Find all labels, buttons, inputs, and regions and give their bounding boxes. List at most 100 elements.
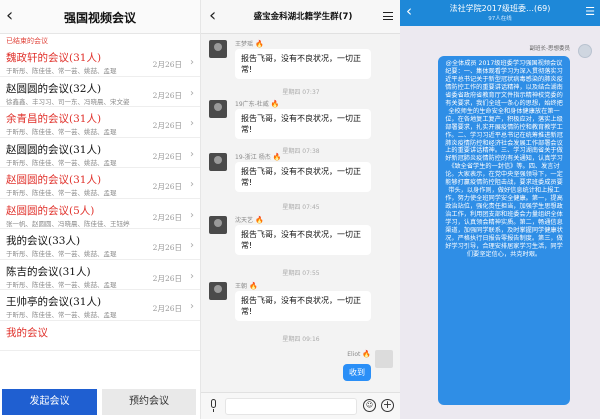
- sender-name: 王梦瑶 🔥: [235, 40, 264, 48]
- class-group-panel: ‹ 法社学院2017级班委…(69) 97人在线 ☰ 副班长-思想委员 @全体成…: [400, 0, 600, 419]
- online-count: 97人在线: [488, 16, 512, 22]
- book-meeting-button[interactable]: 预约会议: [102, 389, 196, 415]
- meeting-item[interactable]: 赵圆圆的会议(5人) 张一帆、赵圆圆、冯晓晨、陈佳佳、王钰婷 2月26日 ›: [0, 199, 200, 229]
- fire-icon: 🔥: [270, 100, 280, 108]
- chat-messages: 王梦瑶 🔥 报告飞哥，没有不良状况，一切正常! 星期四 07:37 19广东-杜…: [201, 36, 400, 392]
- chevron-right-icon: ›: [190, 301, 194, 312]
- timestamp: 星期四 07:55: [282, 270, 320, 277]
- chat-title: 盛宝金科湖北籍学生群(7): [253, 12, 353, 22]
- fire-icon: 🔥: [254, 40, 264, 48]
- sender-name: 19-浙江 杨杰 🔥: [235, 153, 282, 161]
- meeting-title: 我的会议(33人): [6, 235, 81, 247]
- self-avatar[interactable]: [375, 350, 393, 368]
- meeting-title: 陈吉的会议(31人): [6, 265, 91, 278]
- self-sender-name: Eliot 🔥: [347, 350, 371, 358]
- chevron-right-icon: ›: [190, 240, 194, 251]
- meeting-item[interactable]: 赵圆圆的会议(31人) 于昕彤、陈佳佳、常一芸、姚喆、孟琨 2月26日 ›: [0, 168, 200, 199]
- meeting-date: 2月26日: [152, 212, 182, 222]
- panel1-footer: 发起会议 预约会议: [0, 383, 200, 419]
- meeting-members: 于昕彤、陈佳佳、常一芸、姚喆、孟琨: [6, 280, 117, 289]
- chevron-right-icon: ›: [190, 57, 194, 68]
- meeting-item[interactable]: 赵圆圆的会议(31人) 于昕彤、陈佳佳、常一芸、姚喆、孟琨 2月26日 ›: [0, 138, 200, 168]
- chevron-right-icon: ›: [190, 87, 194, 99]
- meeting-members: 于昕彤、陈佳佳、常一芸、姚喆、孟琨: [6, 311, 117, 319]
- avatar[interactable]: [209, 282, 227, 300]
- message-input[interactable]: [225, 398, 357, 415]
- panel1-header: ‹ 强国视频会议: [0, 0, 200, 34]
- meeting-item[interactable]: 余青昌的会议(31人) 于昕彤、陈佳佳、常一芸、姚喆、孟琨 2月26日 ›: [0, 107, 200, 138]
- avatar[interactable]: [209, 100, 227, 118]
- timestamp: 星期四 07:45: [282, 204, 320, 211]
- meeting-members: 张一帆、赵圆圆、冯晓晨、陈佳佳、王钰婷: [6, 219, 130, 228]
- message-bubble[interactable]: @全体成员 2017级班委学习强国视频会议纪要：一、集体观看学习为深入贯彻落实习…: [438, 56, 570, 405]
- meeting-date: 2月26日: [152, 243, 182, 252]
- avatar[interactable]: [209, 153, 227, 171]
- meeting-title: 王帅亭的会议(31人): [6, 296, 102, 308]
- chevron-right-icon: ›: [190, 179, 194, 190]
- back-chevron-icon[interactable]: ‹: [209, 6, 216, 26]
- meeting-title: 余青昌的会议(31人): [6, 113, 102, 125]
- message-bubble[interactable]: 报告飞哥，没有不良状况，一切正常!: [235, 49, 371, 79]
- fire-icon: 🔥: [254, 216, 264, 224]
- emoji-icon[interactable]: ☺: [363, 399, 376, 412]
- plus-icon[interactable]: +: [381, 399, 394, 412]
- meeting-date: 2月26日: [152, 60, 182, 69]
- meeting-title: 我的会议: [6, 326, 48, 339]
- meeting-date: 2月26日: [152, 121, 182, 130]
- meeting-item[interactable]: 王帅亭的会议(31人) 于昕彤、陈佳佳、常一芸、姚喆、孟琨 2月26日 ›: [0, 290, 200, 321]
- chevron-right-icon: ›: [190, 118, 194, 129]
- fire-icon: 🔥: [362, 350, 371, 358]
- meeting-item[interactable]: 陈吉的会议(31人) 于昕彤、陈佳佳、常一芸、姚喆、孟琨 2月26日 ›: [0, 260, 200, 290]
- sender-name: 王朝 🔥: [235, 282, 258, 290]
- meeting-members: 于昕彤、陈佳佳、常一芸、姚喆、孟琨: [6, 158, 117, 167]
- meeting-title: 赵圆圆的会议(32人): [6, 82, 102, 95]
- meeting-date: 2月26日: [152, 273, 182, 283]
- menu-icon[interactable]: ☰: [585, 5, 595, 18]
- ended-meetings-label: 已结束的会议: [6, 37, 48, 45]
- chat-input-bar: ☺ +: [201, 392, 400, 419]
- meeting-title: 赵圆圆的会议(31人): [6, 174, 102, 186]
- page-title: 强国视频会议: [63, 11, 136, 25]
- meeting-item[interactable]: 我的会议: [0, 321, 200, 351]
- message-bubble[interactable]: 报告飞哥，没有不良状况，一切正常!: [235, 109, 371, 139]
- sender-name: 沈天艺 🔥: [235, 216, 264, 224]
- group-chat-panel: ‹ 盛宝金科湖北籍学生群(7) 王梦瑶 🔥 报告飞哥，没有不良状况，一切正常! …: [200, 0, 400, 419]
- meeting-members: 于昕彤、陈佳佳、常一芸、姚喆、孟琨: [6, 189, 117, 197]
- self-message-bubble[interactable]: 收到: [343, 364, 371, 381]
- meeting-title: 赵圆圆的会议(31人): [6, 143, 102, 156]
- meeting-date: 2月26日: [152, 182, 182, 191]
- meeting-members: 于昕彤、陈佳佳、常一芸、姚喆、孟琨: [6, 250, 117, 258]
- meeting-title: 魏政轩的会议(31人): [6, 52, 102, 64]
- avatar[interactable]: [209, 216, 227, 234]
- group-title: 法社学院2017级班委…(69): [449, 4, 551, 13]
- meeting-item[interactable]: 魏政轩的会议(31人) 于昕彤、陈佳佳、常一芸、姚喆、孟琨 2月26日 ›: [0, 46, 200, 77]
- message-bubble[interactable]: 报告飞哥，没有不良状况，一切正常!: [235, 162, 371, 192]
- chat-header: ‹ 盛宝金科湖北籍学生群(7): [201, 0, 400, 34]
- sender-name: 副班长-思想委员: [529, 46, 571, 52]
- sender-name: 19广东-杜威 🔥: [235, 100, 280, 108]
- meeting-list-panel: ‹ 强国视频会议 已结束的会议 魏政轩的会议(31人) 于昕彤、陈佳佳、常一芸、…: [0, 0, 200, 419]
- start-meeting-button[interactable]: 发起会议: [2, 389, 97, 415]
- meeting-date: 2月26日: [152, 151, 182, 161]
- message-bubble[interactable]: 报告飞哥，没有不良状况，一切正常!: [235, 225, 371, 255]
- meeting-item[interactable]: 赵圆圆的会议(32人) 徐鑫鑫、丰习习、司一东、冯晓晨、宋文姿 2月26日 ›: [0, 77, 200, 107]
- meeting-members: 于昕彤、陈佳佳、常一芸、姚喆、孟琨: [6, 67, 117, 75]
- meeting-title: 赵圆圆的会议(5人): [6, 204, 95, 217]
- menu-icon[interactable]: [383, 12, 393, 20]
- meeting-item[interactable]: 我的会议(33人) 于昕彤、陈佳佳、常一芸、姚喆、孟琨 2月26日 ›: [0, 229, 200, 260]
- meeting-date: 2月26日: [152, 90, 182, 100]
- avatar[interactable]: [209, 40, 227, 58]
- meeting-members: 徐鑫鑫、丰习习、司一东、冯晓晨、宋文姿: [6, 97, 130, 106]
- chevron-right-icon: ›: [190, 270, 194, 282]
- chevron-right-icon: ›: [190, 209, 194, 221]
- timestamp: 星期四 09:16: [282, 336, 320, 343]
- timestamp: 星期四 07:38: [282, 148, 320, 155]
- message-bubble[interactable]: 报告飞哥，没有不良状况，一切正常!: [235, 291, 371, 321]
- avatar[interactable]: [578, 44, 592, 58]
- meeting-list: 魏政轩的会议(31人) 于昕彤、陈佳佳、常一芸、姚喆、孟琨 2月26日 › 赵圆…: [0, 46, 200, 383]
- fire-icon: 🔥: [248, 282, 258, 290]
- fire-icon: 🔥: [272, 153, 282, 161]
- meeting-date: 2月26日: [152, 304, 182, 313]
- microphone-icon[interactable]: [209, 399, 218, 413]
- timestamp: 星期四 07:37: [282, 89, 320, 96]
